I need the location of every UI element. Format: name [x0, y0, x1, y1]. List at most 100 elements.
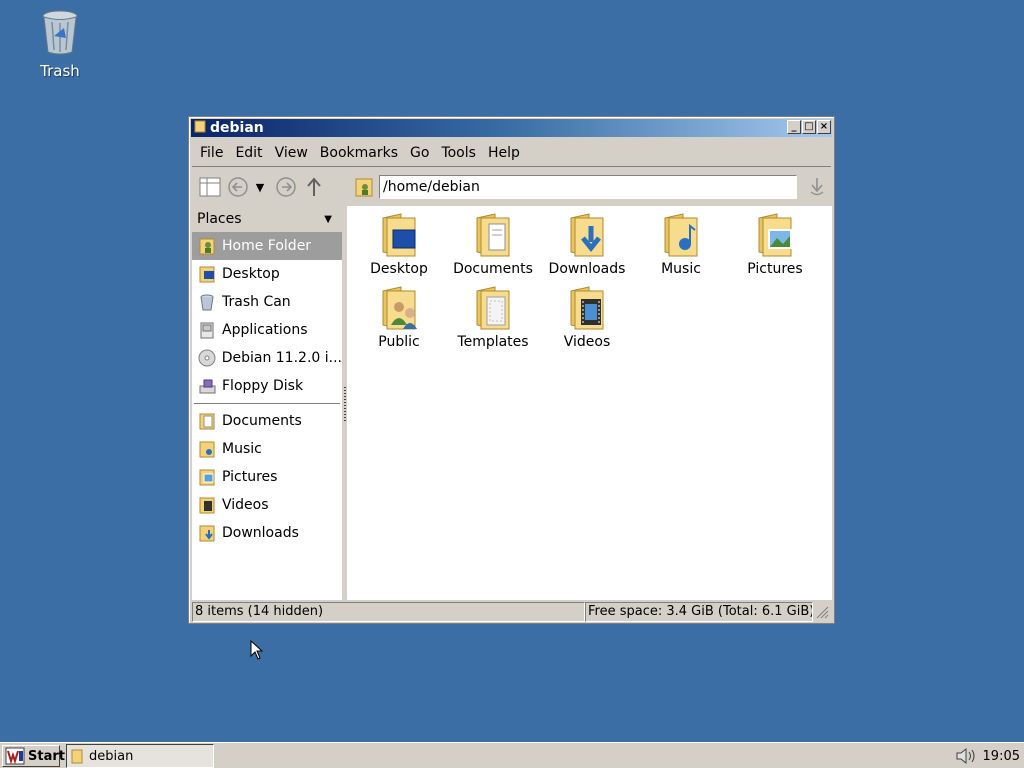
title-bar[interactable]: debian _ □ ×	[191, 119, 832, 137]
taskbar-window-debian[interactable]: debian	[66, 744, 214, 768]
volume-icon[interactable]	[955, 747, 977, 765]
desktop-icon	[197, 265, 217, 283]
start-button[interactable]: Start	[2, 745, 65, 767]
maximize-button[interactable]: □	[802, 120, 816, 134]
file-item-label: Public	[378, 334, 420, 350]
file-item-public[interactable]: Public	[353, 285, 445, 350]
sidebar-item-label: Trash Can	[222, 294, 291, 310]
sidebar-item-home-folder[interactable]: Home Folder	[192, 232, 342, 260]
desktop-folder-icon	[379, 212, 419, 258]
back-arrow-icon[interactable]	[224, 173, 252, 201]
file-item-videos[interactable]: Videos	[541, 285, 633, 350]
sidebar-item-downloads[interactable]: Downloads	[192, 519, 342, 547]
close-button[interactable]: ×	[817, 120, 831, 134]
sidebar-item-label: Downloads	[222, 525, 299, 541]
sidebar-item-videos[interactable]: Videos	[192, 491, 342, 519]
toolbar: ▼	[192, 170, 831, 204]
trash-icon	[42, 10, 78, 55]
places-header: Places	[197, 211, 242, 227]
sidebar-item-music[interactable]: Music	[192, 435, 342, 463]
sidebar-item-label: Videos	[222, 497, 269, 513]
file-item-music[interactable]: Music	[635, 212, 727, 277]
sidebar-item-documents[interactable]: Documents	[192, 407, 342, 435]
sidebar-item-cdrom[interactable]: Debian 11.2.0 i...	[192, 344, 342, 372]
downloads-folder-icon	[567, 212, 607, 258]
home-folder-icon	[197, 237, 217, 255]
go-arrow-icon[interactable]	[807, 175, 827, 202]
menu-bookmarks[interactable]: Bookmarks	[320, 145, 398, 161]
menu-go[interactable]: Go	[410, 145, 429, 161]
templates-folder-icon	[473, 285, 513, 331]
menu-bar: File Edit View Bookmarks Go Tools Help	[192, 140, 831, 167]
up-arrow-icon[interactable]	[300, 173, 328, 201]
documents-folder-icon	[473, 212, 513, 258]
sidebar-separator	[194, 403, 340, 404]
pictures-folder-icon	[197, 468, 217, 486]
start-logo-icon	[5, 747, 25, 765]
downloads-folder-icon	[197, 524, 217, 542]
pictures-folder-icon	[755, 212, 795, 258]
minimize-button[interactable]: _	[787, 120, 801, 134]
file-item-documents[interactable]: Documents	[447, 212, 539, 277]
forward-arrow-icon[interactable]	[272, 173, 300, 201]
file-item-downloads[interactable]: Downloads	[541, 212, 633, 277]
history-dropdown-icon[interactable]: ▼	[252, 173, 268, 201]
taskbar-window-label: debian	[89, 748, 134, 764]
status-item-count: 8 items (14 hidden)	[192, 602, 585, 622]
sidebar-item-floppy-disk[interactable]: Floppy Disk	[192, 372, 342, 400]
trash-icon	[197, 293, 217, 311]
file-item-pictures[interactable]: Pictures	[729, 212, 821, 277]
sidebar-item-pictures[interactable]: Pictures	[192, 463, 342, 491]
sidebar-item-label: Home Folder	[222, 238, 312, 254]
sidebar-item-trash-can[interactable]: Trash Can	[192, 288, 342, 316]
location-input[interactable]	[379, 175, 797, 199]
sidebar-item-applications[interactable]: Applications	[192, 316, 342, 344]
places-selector[interactable]: Places ▼	[192, 206, 342, 232]
floppy-icon	[197, 377, 217, 395]
splitter-grip[interactable]	[344, 387, 346, 421]
sidebar-item-label: Applications	[222, 322, 308, 338]
dropdown-arrow-icon: ▼	[324, 214, 332, 225]
window-title: debian	[210, 120, 264, 136]
menu-edit[interactable]: Edit	[235, 145, 262, 161]
places-sidebar: Places ▼ Home Folder Desktop Trash Can A…	[192, 206, 342, 600]
sidebar-item-desktop[interactable]: Desktop	[192, 260, 342, 288]
sidebar-item-label: Floppy Disk	[222, 378, 304, 394]
sidebar-item-label: Debian 11.2.0 i...	[221, 350, 342, 366]
sidebar-item-label: Documents	[222, 413, 302, 429]
file-item-label: Pictures	[747, 261, 803, 277]
clock[interactable]: 19:05	[983, 749, 1020, 764]
status-free-space: Free space: 3.4 GiB (Total: 6.1 GiB)	[585, 602, 813, 622]
menu-file[interactable]: File	[200, 145, 223, 161]
file-item-label: Videos	[563, 334, 611, 350]
file-item-label: Downloads	[548, 261, 626, 277]
file-item-desktop[interactable]: Desktop	[353, 212, 445, 277]
file-view[interactable]: Desktop Documents Downloads Music Pictur…	[347, 206, 832, 600]
menu-tools[interactable]: Tools	[441, 145, 476, 161]
documents-folder-icon	[197, 412, 217, 430]
menu-help[interactable]: Help	[488, 145, 520, 161]
music-folder-icon	[197, 440, 217, 458]
side-pane-toggle-icon[interactable]	[196, 173, 224, 201]
videos-folder-icon	[567, 285, 607, 331]
music-folder-icon	[661, 212, 701, 258]
videos-folder-icon	[197, 496, 217, 514]
applications-icon	[197, 321, 217, 339]
file-item-label: Desktop	[370, 261, 428, 277]
folder-icon	[71, 748, 83, 764]
resize-grip-icon[interactable]	[813, 602, 831, 622]
start-label: Start	[28, 748, 65, 764]
file-item-label: Music	[661, 261, 701, 277]
home-folder-icon	[354, 176, 374, 202]
system-tray: 19:05	[955, 747, 1020, 765]
desktop-trash[interactable]: Trash	[28, 8, 92, 80]
taskbar: Start debian 19:05	[0, 742, 1024, 768]
folder-icon	[194, 119, 206, 137]
menu-view[interactable]: View	[275, 145, 308, 161]
file-item-label: Documents	[453, 261, 533, 277]
file-item-templates[interactable]: Templates	[447, 285, 539, 350]
public-folder-icon	[379, 285, 419, 331]
cdrom-icon	[197, 349, 217, 367]
file-manager-window: debian _ □ × File Edit View Bookmarks Go…	[188, 116, 835, 624]
status-bar: 8 items (14 hidden) Free space: 3.4 GiB …	[192, 602, 831, 622]
